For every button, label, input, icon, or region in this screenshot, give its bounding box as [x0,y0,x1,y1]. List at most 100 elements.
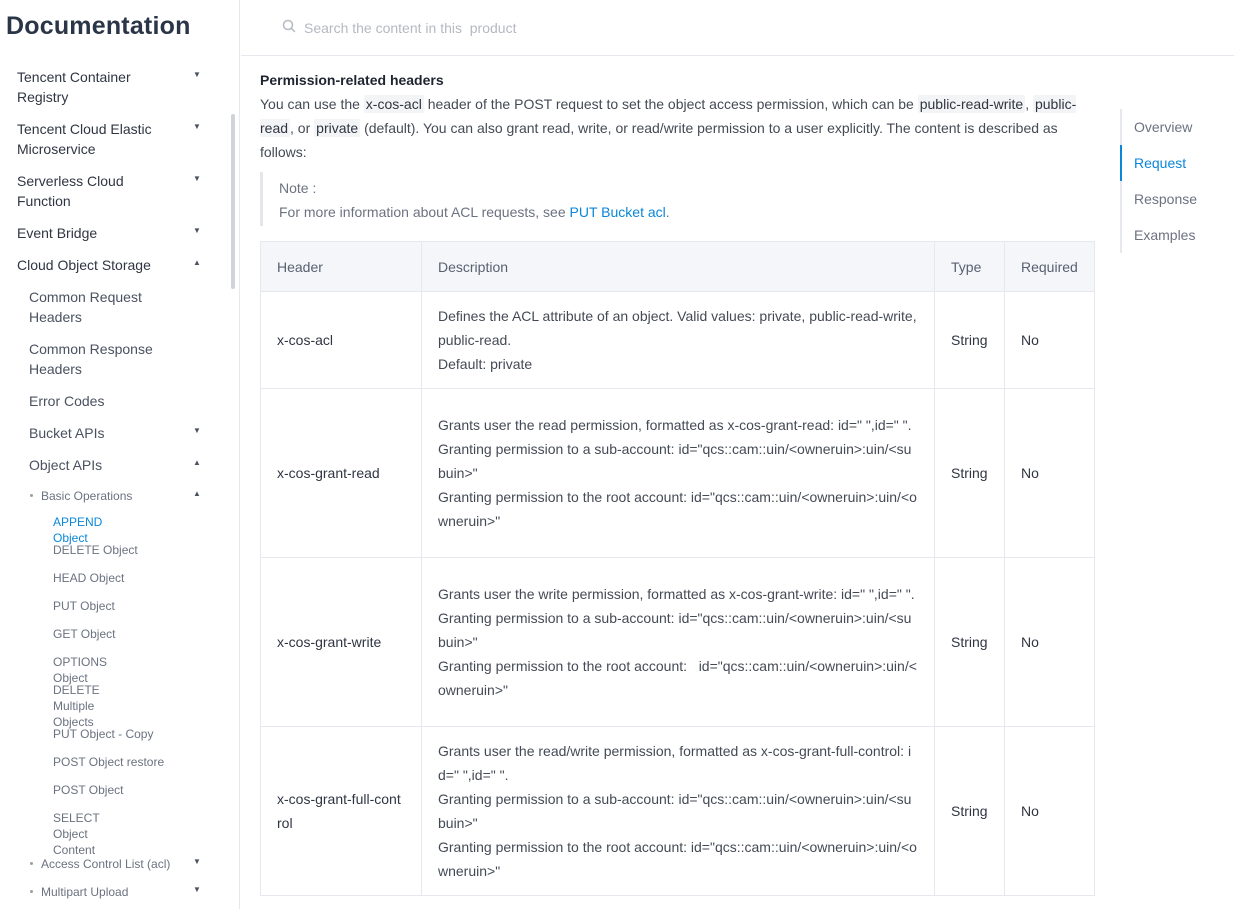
sidebar-item-label: Error Codes [29,393,105,409]
sidebar-item-put-object-copy[interactable]: PUT Object - Copy [0,726,212,742]
table-row: x-cos-grant-read Grants user the read pe… [260,388,1095,558]
sidebar-item-label: Serverless Cloud Function [17,173,124,209]
text: header of the POST request to set the ob… [423,96,918,112]
text: . [665,204,670,220]
sidebar-item-common-response-headers[interactable]: Common Response Headers [0,339,212,379]
sidebar-item-label: POST Object restore [53,755,165,769]
toc-item-response[interactable]: Response [1122,181,1234,217]
sidebar-item-label: DELETE Multiple Objects [53,683,100,729]
text: , or [290,120,315,136]
description-line: Grants user the read/write permission, f… [438,743,912,783]
chevron-up-icon: ▲ [193,489,201,498]
sidebar-item-label: GET Object [53,627,116,641]
type-cell: String [934,726,1005,896]
chevron-down-icon: ▼ [193,122,201,131]
toc-item-overview[interactable]: Overview [1122,109,1234,145]
inline-code: private [314,119,361,137]
note-title: Note : [279,180,317,196]
sidebar-item-label: Cloud Object Storage [17,257,151,273]
description-line: Granting permission to the root account:… [438,489,917,529]
documentation-title: Documentation [6,12,191,40]
sidebar-item-multipart-upload[interactable]: Multipart Upload ▼ [0,882,212,902]
sidebar-scrollbar[interactable] [231,114,235,289]
column-header: Type [934,241,1005,292]
sidebar-item-event-bridge[interactable]: Event Bridge ▼ [0,223,212,243]
table-row: x-cos-acl Defines the ACL attribute of a… [260,291,1095,389]
chevron-down-icon: ▼ [193,70,201,79]
sidebar-item-label: POST Object [53,783,124,797]
sidebar-item-serverless-cloud-function[interactable]: Serverless Cloud Function ▼ [0,171,212,211]
table-row: x-cos-grant-write Grants user the write … [260,557,1095,727]
text: For more information about ACL requests,… [279,204,570,220]
sidebar-item-access-control-list[interactable]: Access Control List (acl) ▼ [0,854,212,874]
sidebar-item-delete-multiple-objects[interactable]: DELETE Multiple Objects [0,682,212,730]
chevron-down-icon: ▼ [193,857,201,866]
sidebar-item-tencent-cloud-elastic-microservice[interactable]: Tencent Cloud Elastic Microservice ▼ [0,119,212,159]
text: You can use the [260,96,364,112]
text: , [1025,96,1033,112]
search-input[interactable] [304,17,704,39]
sidebar-item-label: SELECT Object Content [53,811,100,857]
toc-item-request[interactable]: Request [1120,145,1234,181]
search-bar [241,0,1234,56]
bullet-icon [30,494,33,497]
description-line: Default: private [438,356,533,372]
description-cell: Defines the ACL attribute of an object. … [421,291,935,389]
chevron-down-icon: ▼ [193,174,201,183]
put-bucket-acl-link[interactable]: PUT Bucket acl [570,204,666,220]
table-header-row: Header Description Type Required [260,241,1095,292]
sidebar-item-label: Tencent Container Registry [17,69,131,105]
chevron-down-icon: ▼ [193,885,201,894]
page-toc: Overview Request Response Examples [1120,109,1234,253]
chevron-down-icon: ▼ [193,426,201,435]
intro-paragraph: You can use the x-cos-acl header of the … [260,92,1094,164]
sidebar-item-label: HEAD Object [53,571,125,585]
sidebar-item-bucket-apis[interactable]: Bucket APIs ▼ [0,423,212,443]
description-line: Grants user the read permission, formatt… [438,417,912,433]
description-cell: Grants user the write permission, format… [421,557,935,727]
description-line: Granting permission to the root account:… [438,839,917,879]
inline-code: x-cos-acl [363,95,424,113]
sidebar-item-get-object[interactable]: GET Object [0,626,212,642]
header-cell: x-cos-grant-write [260,557,422,727]
description-cell: Grants user the read permission, formatt… [421,388,935,558]
sidebar-item-select-object-content[interactable]: SELECT Object Content [0,810,212,858]
sidebar-item-object-apis[interactable]: Object APIs ▲ [0,455,212,475]
table-row: x-cos-grant-full-control Grants user the… [260,726,1095,896]
sidebar-item-cloud-object-storage[interactable]: Cloud Object Storage ▲ [0,255,212,275]
chevron-down-icon: ▼ [193,226,201,235]
sidebar-item-label: PUT Object - Copy [53,727,154,741]
sidebar-item-label: Tencent Cloud Elastic Microservice [17,121,152,157]
sidebar-item-error-codes[interactable]: Error Codes [0,391,212,411]
text: (default). You can also grant read, writ… [260,120,1058,160]
header-cell: x-cos-acl [260,291,422,389]
sidebar-item-basic-operations[interactable]: Basic Operations ▲ [0,486,212,506]
section-title: Permission-related headers [260,72,444,88]
description-cell: Grants user the read/write permission, f… [421,726,935,896]
required-cell: No [1004,726,1095,896]
required-cell: No [1004,388,1095,558]
bullet-icon [30,862,33,865]
sidebar-item-post-object-restore[interactable]: POST Object restore [0,754,212,770]
type-cell: String [934,291,1005,389]
sidebar-item-label: Bucket APIs [29,425,105,441]
toc-item-examples[interactable]: Examples [1122,217,1234,253]
note-text: For more information about ACL requests,… [279,200,1094,224]
sidebar-item-delete-object[interactable]: DELETE Object [0,542,212,558]
column-header: Header [260,241,422,292]
description-line: Granting permission to the root account:… [438,658,917,698]
headers-table: Header Description Type Required x-cos-a… [260,241,1095,896]
sidebar-item-label: Common Response Headers [29,341,153,377]
sidebar-item-common-request-headers[interactable]: Common Request Headers [0,287,212,327]
column-header: Required [1004,241,1095,292]
description-line: Grants user the write permission, format… [438,586,915,602]
sidebar-item-tencent-container-registry[interactable]: Tencent Container Registry ▼ [0,67,212,107]
chevron-up-icon: ▲ [193,458,201,467]
sidebar-item-post-object[interactable]: POST Object [0,782,212,798]
sidebar-item-head-object[interactable]: HEAD Object [0,570,212,586]
required-cell: No [1004,557,1095,727]
type-cell: String [934,557,1005,727]
sidebar-item-put-object[interactable]: PUT Object [0,598,212,614]
header-cell: x-cos-grant-read [260,388,422,558]
sidebar: Documentation Tencent Container Registry… [0,0,240,909]
